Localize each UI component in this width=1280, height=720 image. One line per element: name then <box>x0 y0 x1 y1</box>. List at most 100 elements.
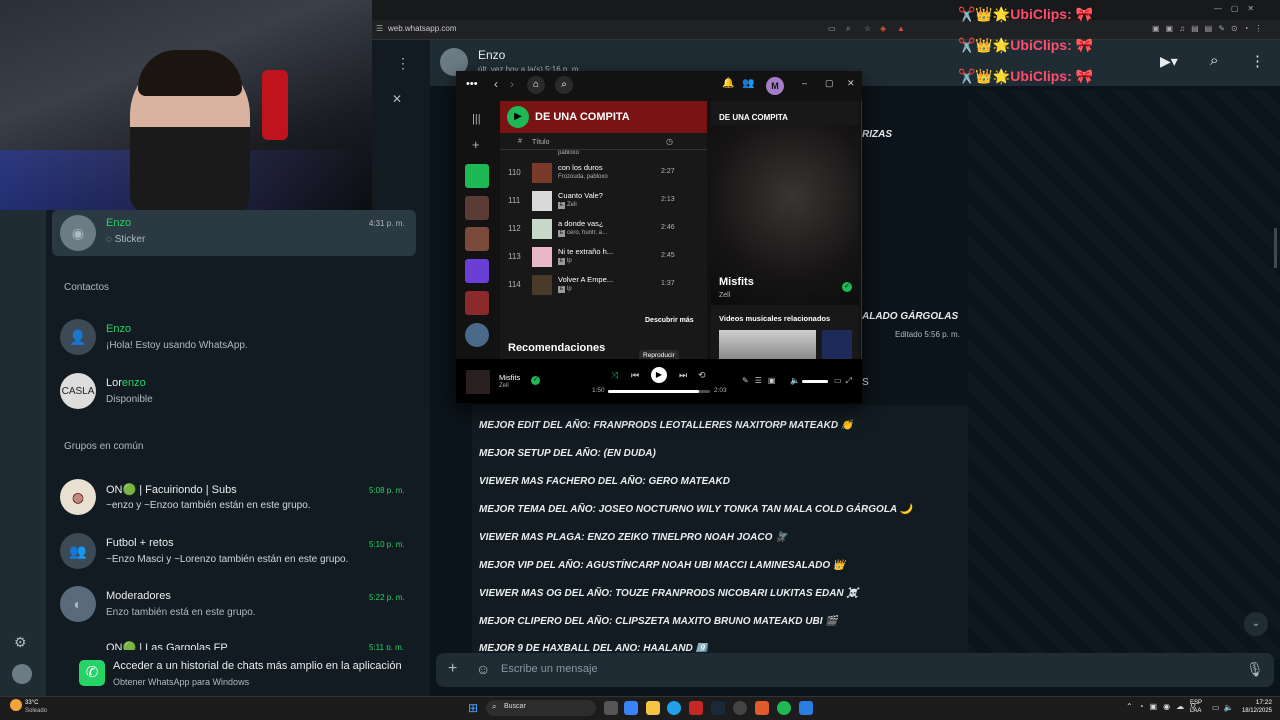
rewards-icon[interactable]: ▲ <box>897 24 905 33</box>
address-bar[interactable]: web.whatsapp.com <box>388 24 456 33</box>
left-menu-icon[interactable]: ⋮ <box>396 55 410 72</box>
now-playing-artist[interactable]: Zell <box>719 292 730 299</box>
saved-check-icon[interactable]: ✓ <box>842 282 852 292</box>
chat-preview: Sticker <box>114 234 146 245</box>
home-icon[interactable]: ⌂ <box>527 76 545 94</box>
settings-gear-icon[interactable]: ⚙ <box>14 634 27 651</box>
next-icon[interactable]: ⏭ <box>679 370 687 381</box>
cast-icon[interactable]: ▭ <box>828 24 836 33</box>
playlist-tile[interactable] <box>465 227 489 251</box>
emoji-icon[interactable]: ☺ <box>476 661 490 677</box>
bookmark-star-icon[interactable]: ☆ <box>864 24 871 33</box>
discover-more-link[interactable]: Descubrir más <box>645 317 694 324</box>
contact-item-enzo[interactable]: 👤 Enzo ¡Hola! Estoy usando WhatsApp. <box>52 316 416 362</box>
minimize-icon[interactable]: – <box>802 78 807 88</box>
brave-shield-icon[interactable]: ◈ <box>880 24 886 33</box>
saved-check-icon[interactable]: ✓ <box>531 376 540 385</box>
friends-activity-icon[interactable]: 👥 <box>742 78 754 89</box>
player-cover[interactable] <box>466 370 490 394</box>
track-row[interactable]: 110 con los duros Frozouda, pabloxo 2:27 <box>500 160 707 186</box>
microphone-icon[interactable]: 🎙 <box>1246 661 1264 678</box>
weather-icon[interactable] <box>10 699 22 711</box>
video-thumbnail[interactable] <box>822 330 852 359</box>
network-volume-icons[interactable]: ▭🔈 <box>1212 703 1238 712</box>
edge-icon[interactable] <box>667 701 681 715</box>
taskbar-search[interactable]: Buscar <box>486 700 596 716</box>
brave-icon[interactable] <box>755 701 769 715</box>
spotify-menu-icon[interactable]: ••• <box>466 78 478 90</box>
track-row[interactable]: 114 Volver A Empe... Elp 1:37 <box>500 272 707 298</box>
track-row[interactable]: 113 Ni te extraño h... Elp 2:45 <box>500 244 707 270</box>
close-icon[interactable]: ✕ <box>847 78 855 89</box>
contact-title[interactable]: Enzo <box>478 48 505 62</box>
message-edge: S <box>862 377 869 388</box>
lyrics-queue-device-icons[interactable]: ✎☰▣ <box>742 376 781 385</box>
library-icon[interactable]: ||| <box>472 113 481 125</box>
clear-search-icon[interactable]: ✕ <box>392 92 402 106</box>
window-controls[interactable]: — ▢ ✕ <box>1214 4 1254 13</box>
playlist-tile[interactable] <box>465 291 489 315</box>
scrollbar-thumb[interactable] <box>1274 228 1277 268</box>
chat-item-enzo[interactable]: ◉ Enzo ◌ Sticker 4:31 p. m. <box>52 210 416 256</box>
chat-menu-icon[interactable]: ⋮ <box>1250 52 1265 70</box>
calendar-app-icon[interactable] <box>689 701 703 715</box>
clock-time[interactable]: 17:22 <box>1240 699 1272 706</box>
progress-track[interactable] <box>608 390 710 393</box>
now-playing-title[interactable]: Misfits <box>719 276 754 288</box>
zoom-icon[interactable]: ⌕ <box>846 24 850 34</box>
group-item[interactable]: 👥 Futbol + retos ~Enzo Masci y ~Lorenzo … <box>52 530 416 576</box>
site-info-icon[interactable]: ☰ <box>376 24 383 33</box>
repeat-icon[interactable]: ⟲ <box>698 370 706 381</box>
app-icon[interactable] <box>799 701 813 715</box>
language-indicator[interactable]: ESP <box>1190 700 1202 706</box>
clock-date[interactable]: 18/12/2025 <box>1236 708 1272 714</box>
obs-icon[interactable] <box>733 701 747 715</box>
player-title[interactable]: Misfits <box>499 373 520 382</box>
volume-icon[interactable]: 🔈 <box>790 376 800 385</box>
language-layout[interactable]: LAA <box>1190 708 1201 714</box>
search-icon[interactable]: ⌕ <box>1210 52 1218 69</box>
widgets-icon[interactable] <box>624 701 638 715</box>
task-view-icon[interactable] <box>604 701 618 715</box>
spotify-icon[interactable] <box>777 701 791 715</box>
attach-plus-icon[interactable]: + <box>448 660 457 678</box>
groups-heading: Grupos en común <box>64 441 144 452</box>
user-avatar[interactable]: M <box>766 77 784 95</box>
group-item[interactable]: ◍ ON🟢 | Facuiriondo | Subs ~enzo y ~Enzo… <box>52 476 416 522</box>
video-call-icon[interactable]: ▶▾ <box>1160 53 1178 70</box>
miniplayer-fullscreen-icons[interactable]: ▭⤢ <box>834 376 856 386</box>
playlist-tile[interactable] <box>465 196 489 220</box>
liked-songs-tile[interactable] <box>465 259 489 283</box>
steam-icon[interactable] <box>711 701 725 715</box>
notifications-icon[interactable]: 🔔 <box>722 78 734 89</box>
play-button-icon[interactable]: ▶ <box>507 106 529 128</box>
profile-avatar[interactable] <box>12 664 32 684</box>
weather-temp[interactable]: 33°C <box>25 700 38 706</box>
banner-link[interactable]: Obtener WhatsApp para Windows <box>113 677 249 687</box>
artist-tile[interactable] <box>465 323 489 347</box>
shuffle-icon[interactable]: ⤨ <box>611 370 618 381</box>
create-plus-icon[interactable]: + <box>472 137 480 152</box>
player-artist[interactable]: Zell <box>499 383 509 389</box>
extension-icons[interactable]: ▣▣♫▤▤✎⊙◔⋮ <box>1152 24 1268 33</box>
track-row[interactable]: 111 Cuanto Vale? E Zell 2:13 <box>500 188 707 214</box>
scroll-down-icon[interactable]: ⌄ <box>1244 612 1268 636</box>
group-item[interactable]: ◐ Moderadores Enzo también está en este … <box>52 583 416 629</box>
weather-desc[interactable]: Soleado <box>25 708 47 714</box>
video-thumbnail[interactable] <box>719 330 816 359</box>
search-icon[interactable]: ⌕ <box>555 76 573 94</box>
track-row[interactable]: 112 a donde vas¿ Ecero, huntr, a... 2:46 <box>500 216 707 242</box>
file-explorer-icon[interactable] <box>646 701 660 715</box>
play-pause-button[interactable]: ▶ <box>651 367 667 383</box>
forward-icon[interactable]: › <box>510 77 514 91</box>
maximize-icon[interactable]: ▢ <box>825 78 834 89</box>
start-windows-icon[interactable]: ⊞ <box>468 701 478 715</box>
group-item[interactable]: ON🟢 | Las Gargolas FP 5:11 p. m. <box>52 637 416 651</box>
contact-item-lorenzo[interactable]: CASLA Lorenzo Disponible <box>52 370 416 416</box>
download-banner[interactable]: ✆ Acceder a un historial de chats más am… <box>46 650 430 696</box>
back-icon[interactable]: ‹ <box>494 77 498 91</box>
message-input[interactable]: Escribe un mensaje <box>501 663 598 675</box>
saved-episodes-tile[interactable] <box>465 164 489 188</box>
previous-icon[interactable]: ⏮ <box>631 370 639 381</box>
volume-slider[interactable] <box>802 380 828 383</box>
